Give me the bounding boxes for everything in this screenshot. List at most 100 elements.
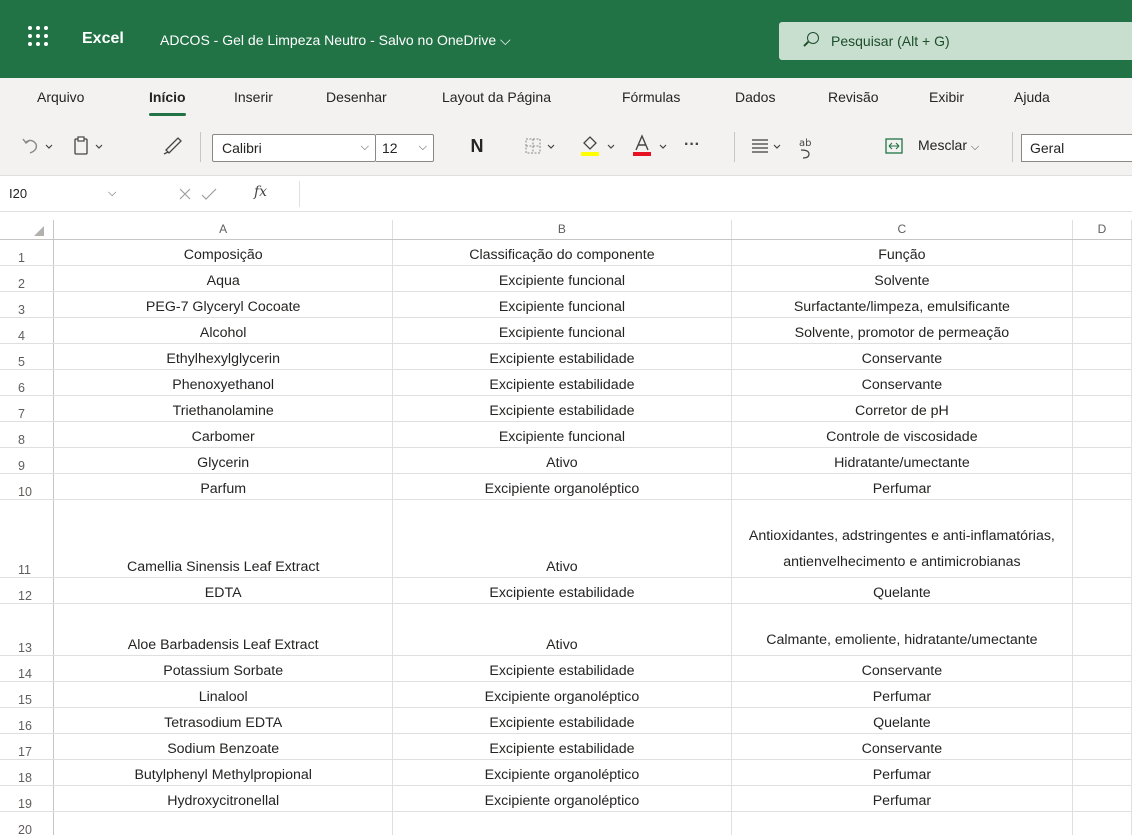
undo-button[interactable]	[20, 132, 62, 162]
cell-empty[interactable]	[1072, 655, 1132, 682]
app-launcher-icon[interactable]	[28, 26, 48, 46]
cell-funcao[interactable]: Conservante	[731, 733, 1074, 760]
font-color-button[interactable]	[630, 132, 676, 162]
row-header[interactable]: 3	[0, 291, 55, 318]
cell-empty[interactable]	[1072, 785, 1132, 812]
select-all-corner[interactable]	[0, 220, 55, 240]
cell-empty[interactable]	[1072, 239, 1132, 266]
name-box[interactable]: I20 ⌵	[0, 181, 172, 207]
cell-funcao[interactable]: Antioxidantes, adstringentes e anti-infl…	[731, 499, 1074, 578]
cell-empty[interactable]	[1072, 265, 1132, 292]
cell-funcao[interactable]: Corretor de pH	[731, 395, 1074, 422]
cell-empty[interactable]	[1072, 369, 1132, 396]
cell-composicao[interactable]: Aqua	[53, 265, 394, 292]
cell-empty[interactable]	[1072, 291, 1132, 318]
cell-classificacao[interactable]: Classificação do componente	[392, 239, 732, 266]
row-header[interactable]: 17	[0, 733, 55, 760]
cell-funcao[interactable]: Perfumar	[731, 785, 1074, 812]
row-header[interactable]: 10	[0, 473, 55, 500]
row-header[interactable]: 16	[0, 707, 55, 734]
cell-funcao[interactable]: Perfumar	[731, 473, 1074, 500]
cell-classificacao[interactable]: Excipiente estabilidade	[392, 733, 732, 760]
cell-empty[interactable]	[1072, 473, 1132, 500]
cell-funcao[interactable]: Perfumar	[731, 681, 1074, 708]
tab-inicio[interactable]: Início	[149, 89, 186, 116]
row-header[interactable]: 15	[0, 681, 55, 708]
cell-composicao[interactable]: Alcohol	[53, 317, 394, 344]
cell-classificacao[interactable]: Excipiente estabilidade	[392, 707, 732, 734]
cell-funcao[interactable]: Conservante	[731, 655, 1074, 682]
cell-composicao[interactable]: Butylphenyl Methylpropional	[53, 759, 394, 786]
formula-input[interactable]	[300, 181, 1132, 207]
cell-empty[interactable]	[1072, 577, 1132, 604]
format-painter-button[interactable]	[160, 132, 188, 162]
cell-composicao[interactable]: Linalool	[53, 681, 394, 708]
cell-funcao[interactable]: Controle de viscosidade	[731, 421, 1074, 448]
bold-button[interactable]: N	[462, 132, 492, 162]
function-icon[interactable]: fx	[254, 184, 267, 200]
cell-funcao[interactable]	[731, 811, 1074, 835]
tab-exibir[interactable]: Exibir	[929, 89, 964, 105]
row-header[interactable]: 12	[0, 577, 55, 604]
cell-empty[interactable]	[1072, 811, 1132, 835]
number-format-select[interactable]: Geral	[1021, 134, 1132, 162]
cell-classificacao[interactable]: Excipiente estabilidade	[392, 343, 732, 370]
cell-empty[interactable]	[1072, 317, 1132, 344]
cell-classificacao[interactable]: Excipiente estabilidade	[392, 369, 732, 396]
row-header[interactable]: 1	[0, 239, 55, 266]
cell-classificacao[interactable]: Excipiente estabilidade	[392, 577, 732, 604]
cell-funcao[interactable]: Hidratante/umectante	[731, 447, 1074, 474]
row-header[interactable]: 9	[0, 447, 55, 474]
row-header[interactable]: 5	[0, 343, 55, 370]
tab-inserir[interactable]: Inserir	[234, 89, 273, 105]
tab-desenhar[interactable]: Desenhar	[326, 89, 387, 105]
cell-composicao[interactable]: Potassium Sorbate	[53, 655, 394, 682]
cell-composicao[interactable]: Hydroxycitronellal	[53, 785, 394, 812]
cell-empty[interactable]	[1072, 707, 1132, 734]
row-header[interactable]: 18	[0, 759, 55, 786]
row-header[interactable]: 14	[0, 655, 55, 682]
app-name[interactable]: Excel	[82, 30, 124, 48]
cell-composicao[interactable]: PEG-7 Glyceryl Cocoate	[53, 291, 394, 318]
cell-empty[interactable]	[1072, 759, 1132, 786]
cell-classificacao[interactable]: Excipiente organoléptico	[392, 681, 732, 708]
cell-composicao[interactable]: Aloe Barbadensis Leaf Extract	[53, 603, 394, 656]
merge-dropdown[interactable]: Mesclar ⌵	[918, 137, 979, 167]
cell-empty[interactable]	[1072, 395, 1132, 422]
fill-color-button[interactable]	[578, 132, 624, 162]
cell-composicao[interactable]: Tetrasodium EDTA	[53, 707, 394, 734]
merge-button[interactable]	[884, 132, 904, 162]
cell-classificacao[interactable]: Excipiente funcional	[392, 317, 732, 344]
cell-classificacao[interactable]: Ativo	[392, 603, 732, 656]
document-title[interactable]: ADCOS - Gel de Limpeza Neutro - Salvo no…	[160, 32, 511, 49]
column-header-b[interactable]: B	[392, 220, 732, 240]
confirm-icon[interactable]	[201, 188, 217, 200]
cell-empty[interactable]	[1072, 343, 1132, 370]
font-name-select[interactable]: Calibri ⌵	[212, 134, 376, 162]
cell-classificacao[interactable]: Excipiente funcional	[392, 265, 732, 292]
cell-funcao[interactable]: Conservante	[731, 369, 1074, 396]
cell-funcao[interactable]: Quelante	[731, 577, 1074, 604]
cell-funcao[interactable]: Conservante	[731, 343, 1074, 370]
borders-button[interactable]	[522, 132, 568, 162]
cell-composicao[interactable]: Ethylhexylglycerin	[53, 343, 394, 370]
cell-classificacao[interactable]: Excipiente organoléptico	[392, 785, 732, 812]
tab-revisao[interactable]: Revisão	[828, 89, 879, 105]
cell-empty[interactable]	[1072, 421, 1132, 448]
cancel-icon[interactable]	[179, 188, 191, 200]
align-button[interactable]	[748, 132, 788, 162]
cell-classificacao[interactable]: Excipiente funcional	[392, 291, 732, 318]
cell-composicao[interactable]: Parfum	[53, 473, 394, 500]
cell-classificacao[interactable]: Excipiente estabilidade	[392, 655, 732, 682]
font-size-select[interactable]: 12 ⌵	[376, 134, 434, 162]
tab-formulas[interactable]: Fórmulas	[622, 89, 680, 105]
cell-classificacao[interactable]	[392, 811, 732, 835]
tab-layout[interactable]: Layout da Página	[442, 89, 551, 105]
cell-composicao[interactable]: Composição	[53, 239, 394, 266]
cell-empty[interactable]	[1072, 447, 1132, 474]
row-header[interactable]: 8	[0, 421, 55, 448]
cell-funcao[interactable]: Calmante, emoliente, hidratante/umectant…	[731, 603, 1074, 656]
cell-empty[interactable]	[1072, 603, 1132, 656]
cell-funcao[interactable]: Quelante	[731, 707, 1074, 734]
row-header[interactable]: 20	[0, 811, 55, 835]
